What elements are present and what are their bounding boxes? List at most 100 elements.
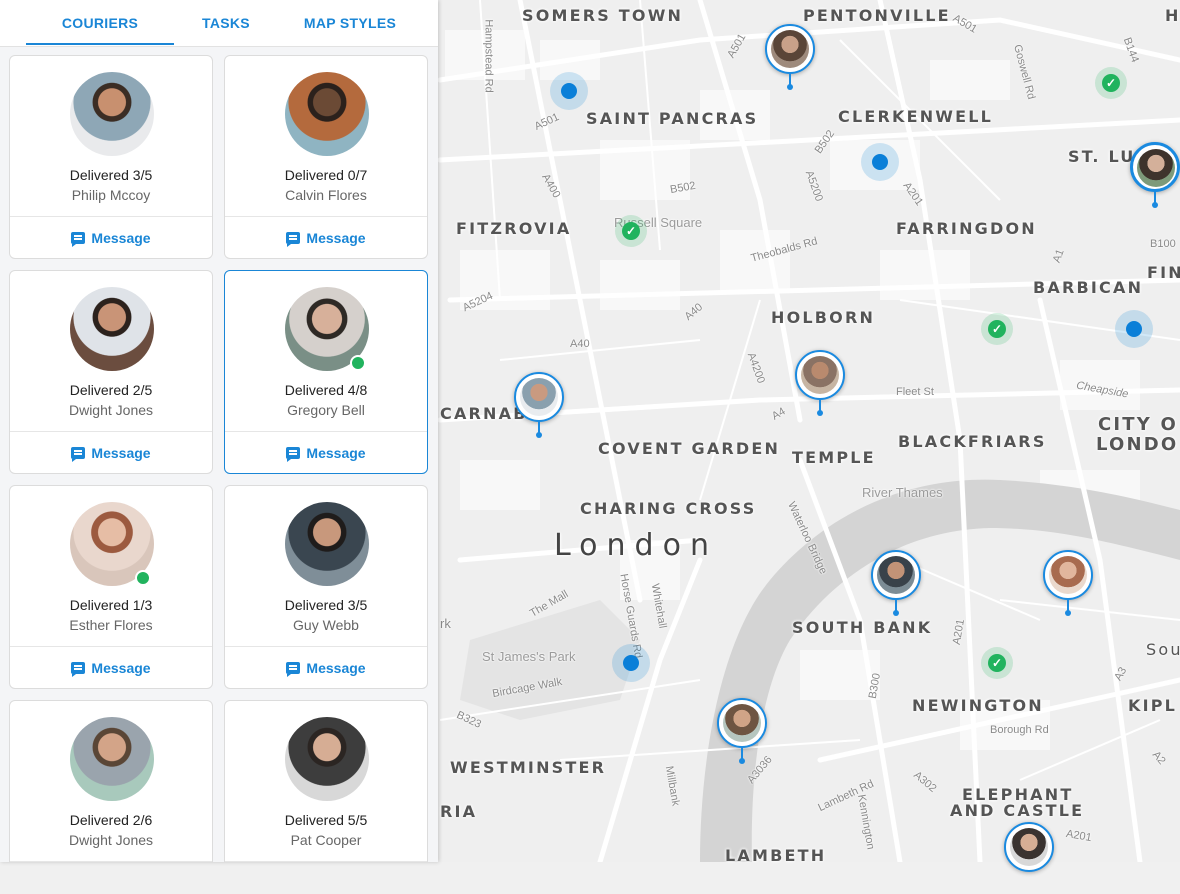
tab-couriers[interactable]: COURIERS: [26, 0, 174, 46]
courier-avatar: [70, 287, 154, 371]
district-label: LONDO: [1096, 434, 1179, 455]
message-button[interactable]: Message: [225, 230, 427, 247]
district-label: Sou: [1146, 640, 1180, 659]
pin-ring: [795, 350, 845, 400]
district-label: PENTONVILLE: [803, 6, 951, 25]
task-marker-done[interactable]: ✓: [615, 215, 647, 247]
courier-avatar: [285, 72, 369, 156]
courier-avatar: [285, 502, 369, 586]
district-label: SAINT PANCRAS: [586, 109, 759, 128]
courier-card[interactable]: Delivered 3/5 Philip Mccoy Message: [9, 55, 213, 259]
city-label: London: [554, 528, 718, 563]
courier-card-selected[interactable]: Delivered 4/8 Gregory Bell Message: [224, 270, 428, 474]
check-icon: ✓: [1102, 74, 1120, 92]
pin-ring: [765, 24, 815, 74]
courier-card[interactable]: Delivered 1/3 Esther Flores Message: [9, 485, 213, 689]
message-button[interactable]: Message: [10, 445, 212, 462]
message-label: Message: [306, 445, 366, 461]
courier-card[interactable]: Delivered 0/7 Calvin Flores Message: [224, 55, 428, 259]
courier-name: Gregory Bell: [287, 402, 365, 418]
message-label: Message: [91, 230, 151, 246]
delivered-count: Delivered 1/3: [69, 597, 153, 613]
courier-card[interactable]: Delivered 2/5 Dwight Jones Message: [9, 270, 213, 474]
road-label: Borough Rd: [990, 724, 1049, 736]
delivered-count: Delivered 2/6: [69, 812, 153, 828]
district-label: CITY O: [1098, 414, 1178, 435]
delivered-count: Delivered 5/5: [284, 812, 368, 828]
district-label: WESTMINSTER: [450, 758, 607, 777]
task-marker-done[interactable]: ✓: [1095, 67, 1127, 99]
task-marker-pending[interactable]: [1115, 310, 1153, 348]
check-icon: ✓: [988, 320, 1006, 338]
road-label: rk: [440, 616, 451, 631]
pin-tip: [739, 758, 745, 764]
pin-tip: [1065, 610, 1071, 616]
message-button[interactable]: Message: [10, 230, 212, 247]
tab-map-styles[interactable]: MAP STYLES: [290, 0, 410, 46]
task-marker-pending[interactable]: [861, 143, 899, 181]
check-icon: ✓: [622, 222, 640, 240]
delivered-count: Delivered 2/5: [69, 382, 153, 398]
task-marker-pending[interactable]: [612, 644, 650, 682]
district-label: RIA: [440, 802, 478, 821]
district-label: HOLBORN: [771, 308, 876, 327]
message-icon: [71, 232, 86, 247]
courier-pin[interactable]: [1004, 822, 1056, 894]
active-tab-indicator: [26, 43, 174, 45]
delivered-count: Delivered 3/5: [69, 167, 153, 183]
road-label: B100: [1150, 238, 1176, 250]
road-label: St James's Park: [482, 649, 576, 664]
delivered-count: Delivered 4/8: [284, 382, 368, 398]
courier-pin[interactable]: [514, 372, 566, 444]
road-label: Fleet St: [896, 386, 934, 398]
message-button[interactable]: Message: [10, 660, 212, 677]
task-marker-done[interactable]: ✓: [981, 647, 1013, 679]
district-label: CLERKENWELL: [838, 107, 994, 126]
courier-pin[interactable]: [871, 550, 923, 622]
delivered-count: Delivered 3/5: [284, 597, 368, 613]
message-button[interactable]: Message: [225, 445, 427, 462]
card-divider: [10, 216, 212, 217]
pin-ring: [1004, 822, 1054, 872]
message-label: Message: [91, 660, 151, 676]
courier-pin[interactable]: [795, 350, 847, 422]
couriers-panel: COURIERS TASKS MAP STYLES Delivered 3/5 …: [0, 0, 438, 862]
courier-avatar: [771, 30, 809, 68]
message-button[interactable]: Message: [225, 660, 427, 677]
card-divider: [225, 216, 427, 217]
courier-name: Philip Mccoy: [71, 187, 151, 203]
online-indicator: [350, 355, 366, 371]
courier-avatar: [877, 556, 915, 594]
courier-pin[interactable]: [717, 698, 769, 770]
pin-ring: [1043, 550, 1093, 600]
task-marker-done[interactable]: ✓: [981, 313, 1013, 345]
card-divider: [10, 431, 212, 432]
courier-name: Calvin Flores: [285, 187, 367, 203]
district-label: CHARING CROSS: [580, 499, 757, 518]
courier-avatar: [520, 378, 558, 416]
courier-card[interactable]: Delivered 3/5 Guy Webb Message: [224, 485, 428, 689]
message-label: Message: [306, 660, 366, 676]
courier-pin[interactable]: [765, 24, 817, 96]
courier-avatar: [285, 717, 369, 801]
courier-card[interactable]: Delivered 5/5 Pat Cooper: [224, 700, 428, 862]
pin-ring: [514, 372, 564, 422]
courier-avatar: [70, 72, 154, 156]
message-icon: [286, 232, 301, 247]
district-label: BLACKFRIARS: [898, 432, 1047, 451]
district-label: H: [1165, 6, 1180, 25]
pin-tip: [1152, 202, 1158, 208]
task-marker-pending[interactable]: [550, 72, 588, 110]
courier-avatar: [801, 356, 839, 394]
message-icon: [71, 662, 86, 677]
panel-tabs: COURIERS TASKS MAP STYLES: [0, 0, 438, 47]
courier-pin[interactable]: [1043, 550, 1095, 622]
tab-tasks[interactable]: TASKS: [186, 0, 266, 46]
district-label: NEWINGTON: [912, 696, 1044, 715]
courier-card[interactable]: Delivered 2/6 Dwight Jones: [9, 700, 213, 862]
courier-pin[interactable]: [1130, 142, 1180, 214]
card-divider: [225, 646, 427, 647]
courier-name: Guy Webb: [293, 617, 359, 633]
district-label: ST. LU: [1068, 147, 1136, 166]
message-label: Message: [306, 230, 366, 246]
